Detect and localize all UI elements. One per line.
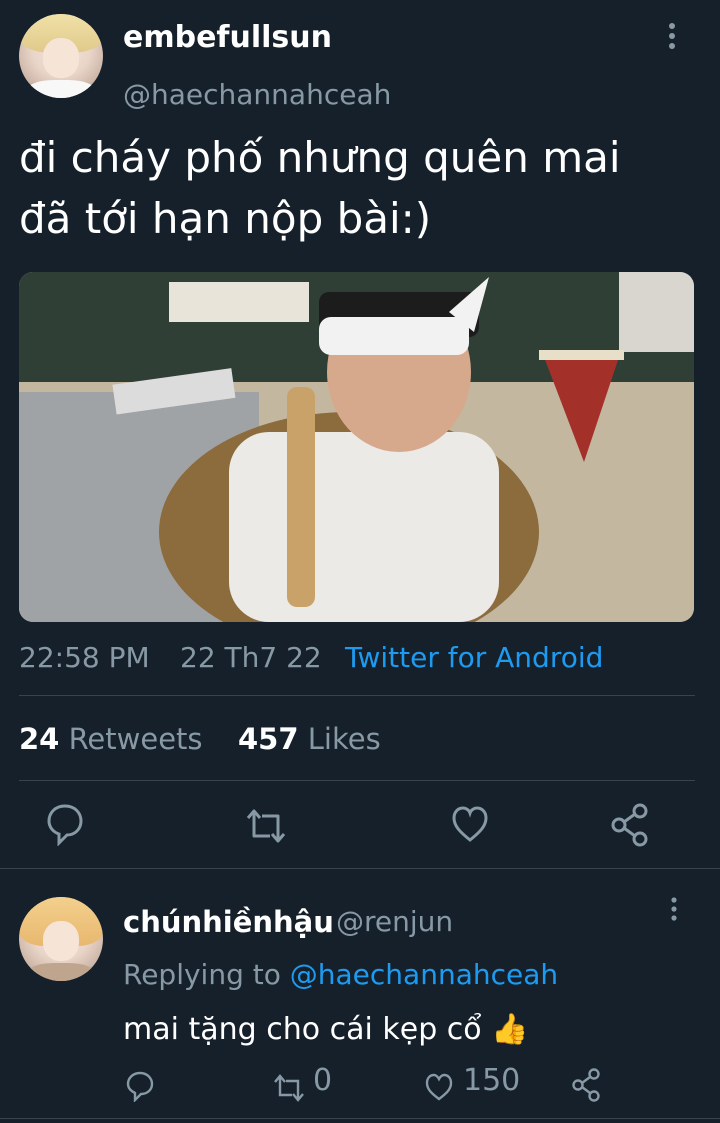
retweets-label: Retweets bbox=[68, 722, 203, 756]
reply-text: mai tặng cho cái kẹp cổ 👍 bbox=[123, 1012, 529, 1047]
likes-label: Likes bbox=[307, 722, 381, 756]
display-name[interactable]: embefullsun bbox=[123, 20, 332, 55]
replying-to-handle[interactable]: @haechannahceah bbox=[290, 958, 558, 991]
share-icon[interactable] bbox=[610, 803, 650, 847]
user-handle[interactable]: @haechannahceah bbox=[123, 78, 391, 111]
reply-user-handle[interactable]: @renjun bbox=[336, 905, 453, 938]
reply-icon[interactable] bbox=[125, 1070, 155, 1102]
reply-like-count: 150 bbox=[463, 1063, 521, 1098]
reply-avatar[interactable] bbox=[19, 897, 103, 981]
more-vertical-icon[interactable] bbox=[667, 897, 681, 923]
like-icon[interactable] bbox=[450, 804, 490, 844]
likes-count-link[interactable]: 457 Likes bbox=[238, 722, 381, 756]
more-vertical-icon[interactable] bbox=[664, 22, 680, 52]
retweets-count: 24 bbox=[19, 722, 60, 756]
tweet-date: 22 Th7 22 bbox=[180, 641, 322, 674]
like-icon[interactable] bbox=[424, 1072, 454, 1102]
retweet-icon[interactable] bbox=[244, 806, 288, 846]
replying-to-line: Replying to @haechannahceah bbox=[123, 958, 558, 991]
tweet-time: 22:58 PM bbox=[19, 641, 150, 674]
retweet-icon[interactable] bbox=[272, 1073, 306, 1103]
reply-display-name[interactable]: chúnhiềnhậu bbox=[123, 905, 334, 939]
divider bbox=[0, 1118, 720, 1119]
thumbs-up-emoji: 👍 bbox=[491, 1012, 529, 1047]
retweets-count-link[interactable]: 24 Retweets bbox=[19, 722, 203, 756]
divider bbox=[0, 868, 720, 869]
replying-to-label: Replying to bbox=[123, 958, 281, 991]
divider bbox=[19, 695, 695, 696]
tweet-media-image[interactable] bbox=[19, 272, 694, 622]
divider bbox=[19, 780, 695, 781]
reply-icon[interactable] bbox=[45, 802, 85, 846]
share-icon[interactable] bbox=[571, 1068, 601, 1102]
likes-count: 457 bbox=[238, 722, 299, 756]
tweet-text-line-2: đã tới hạn nộp bài:) bbox=[19, 194, 432, 243]
tweet-source-link[interactable]: Twitter for Android bbox=[345, 641, 603, 674]
avatar[interactable] bbox=[19, 14, 103, 98]
reply-text-body: mai tặng cho cái kẹp cổ bbox=[123, 1012, 482, 1047]
tweet-text-line-1: đi cháy phố nhưng quên mai bbox=[19, 133, 621, 182]
reply-retweet-count: 0 bbox=[313, 1063, 333, 1098]
